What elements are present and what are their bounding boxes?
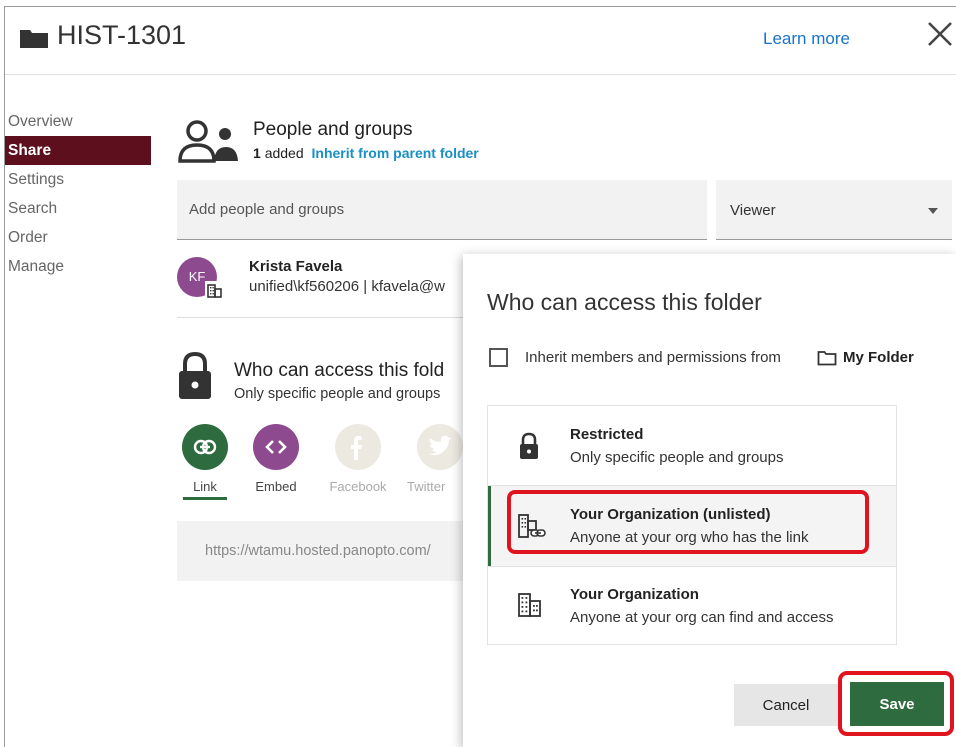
- share-url-field[interactable]: https://wtamu.hosted.panopto.com/: [177, 521, 469, 581]
- share-settings-page: HIST-1301 Learn more Overview Share Sett…: [4, 6, 956, 747]
- facebook-icon: [351, 436, 362, 460]
- building-badge-icon: [205, 281, 223, 299]
- nav-item-order[interactable]: Order: [5, 223, 151, 252]
- option-description: Anyone at your org can find and access: [570, 609, 834, 626]
- share-url-text: https://wtamu.hosted.panopto.com/: [205, 543, 431, 559]
- learn-more-link[interactable]: Learn more: [763, 29, 850, 49]
- access-dialog: Who can access this folder Inherit membe…: [463, 254, 956, 747]
- add-people-input[interactable]: [177, 180, 707, 240]
- dialog-title: Who can access this folder: [487, 289, 762, 315]
- folder-icon: [20, 30, 48, 48]
- option-title: Your Organization (unlisted): [570, 506, 771, 523]
- access-title: Who can access this fold: [234, 360, 445, 381]
- people-summary: 1 added Inherit from parent folder: [253, 145, 479, 161]
- access-subtitle: Only specific people and groups: [234, 386, 441, 402]
- share-facebook-button[interactable]: [335, 424, 381, 470]
- inherit-label: Inherit members and permissions from: [525, 349, 781, 366]
- divider: [177, 317, 467, 318]
- inherit-folder-name: My Folder: [843, 349, 914, 366]
- close-icon[interactable]: [923, 17, 956, 51]
- people-icon: [178, 120, 238, 163]
- lock-icon: [520, 432, 538, 459]
- nav-item-search[interactable]: Search: [5, 194, 151, 223]
- page-header: HIST-1301 Learn more: [5, 7, 956, 75]
- role-select-value: Viewer: [730, 202, 776, 219]
- option-org[interactable]: Your Organization Anyone at your org can…: [488, 566, 896, 646]
- option-restricted[interactable]: Restricted Only specific people and grou…: [488, 406, 896, 486]
- option-title: Restricted: [570, 426, 644, 443]
- twitter-icon: [429, 435, 452, 456]
- option-description: Anyone at your org who has the link: [570, 529, 809, 546]
- option-description: Only specific people and groups: [570, 449, 784, 466]
- active-tab-indicator: [183, 497, 227, 500]
- save-button[interactable]: Save: [850, 682, 944, 726]
- user-name: Krista Favela: [249, 258, 343, 275]
- nav-item-overview[interactable]: Overview: [5, 107, 151, 136]
- share-link-button[interactable]: [182, 424, 228, 470]
- people-count: 1: [253, 145, 261, 161]
- lock-icon: [179, 351, 211, 399]
- share-embed-label: Embed: [255, 479, 297, 494]
- nav-item-share[interactable]: Share: [5, 136, 151, 165]
- people-groups-title: People and groups: [253, 119, 413, 140]
- link-icon: [193, 439, 217, 455]
- org-building-icon: [518, 593, 541, 617]
- share-facebook-label: Facebook: [329, 479, 387, 494]
- option-org-unlisted[interactable]: Your Organization (unlisted) Anyone at y…: [488, 486, 896, 566]
- option-title: Your Organization: [570, 586, 699, 603]
- org-link-icon: [518, 514, 546, 538]
- side-navigation: Overview Share Settings Search Order Man…: [5, 107, 151, 281]
- folder-outline-icon: [817, 351, 837, 366]
- inherit-checkbox[interactable]: [489, 348, 508, 367]
- chevron-down-icon: [928, 208, 938, 214]
- access-options-list: Restricted Only specific people and grou…: [487, 405, 897, 645]
- people-added-label: added: [264, 145, 304, 161]
- share-embed-button[interactable]: [253, 424, 299, 470]
- share-twitter-button[interactable]: [417, 424, 463, 470]
- page-title: HIST-1301: [57, 20, 187, 50]
- role-select[interactable]: Viewer: [716, 180, 952, 240]
- nav-item-manage[interactable]: Manage: [5, 252, 151, 281]
- share-twitter-label: Twitter: [407, 479, 446, 494]
- embed-code-icon: [265, 440, 287, 454]
- inherit-permissions-row[interactable]: Inherit members and permissions from My …: [487, 346, 947, 370]
- share-link-label: Link: [193, 479, 217, 494]
- cancel-button[interactable]: Cancel: [734, 684, 838, 726]
- nav-item-settings[interactable]: Settings: [5, 165, 151, 194]
- user-detail: unified\kf560206 | kfavela@w: [249, 278, 445, 295]
- inherit-parent-link[interactable]: Inherit from parent folder: [312, 145, 479, 161]
